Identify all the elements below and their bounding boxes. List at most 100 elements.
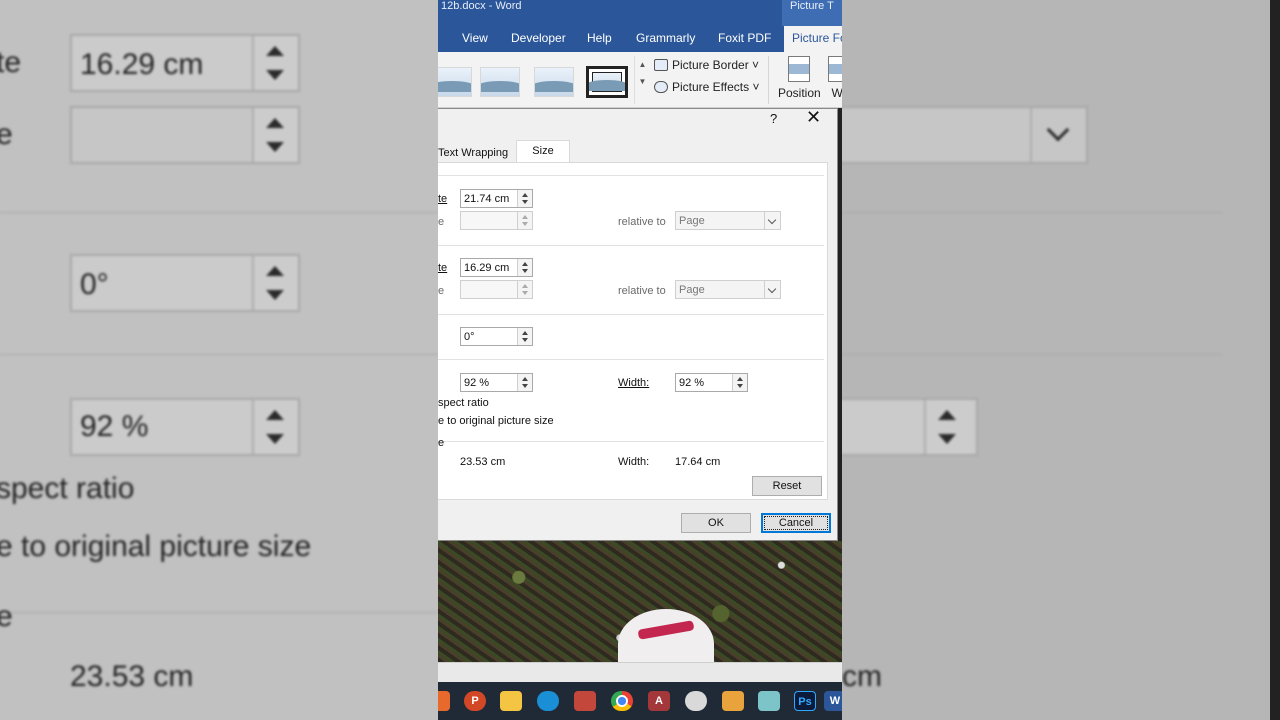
picture-style-2[interactable] [480, 67, 520, 97]
lock-aspect-ratio-checkbox[interactable]: spect ratio [438, 397, 489, 409]
tab-picture-format[interactable]: Picture Fo [784, 26, 842, 52]
original-height-value: 23.53 cm [460, 456, 506, 468]
media-icon[interactable] [722, 691, 744, 711]
spin-down-icon[interactable] [737, 384, 743, 388]
word-icon[interactable]: W [824, 691, 842, 711]
powerpoint-icon[interactable]: P [464, 691, 486, 711]
width-relative-to-value: Page [679, 284, 705, 296]
tab-developer[interactable]: Developer [511, 31, 566, 45]
rotation-value: 0° [464, 331, 475, 343]
chevron-down-icon [764, 212, 780, 229]
spin-down-icon[interactable] [522, 384, 528, 388]
tab-help[interactable]: Help [587, 31, 612, 45]
cancel-button[interactable]: Cancel [761, 513, 831, 533]
scale-width-label: Width: [618, 377, 649, 389]
scale-width-label-text: Width: [618, 377, 650, 389]
width-absolute-spinner[interactable] [517, 259, 532, 276]
contextual-tab-label: Picture T [782, 0, 842, 26]
height-absolute-label: te [438, 193, 448, 205]
rotation-spinner[interactable] [517, 328, 532, 345]
tab-foxit-pdf[interactable]: Foxit PDF [718, 31, 771, 45]
gallery-more-icon[interactable]: ▼ [635, 77, 650, 86]
height-relative-input [460, 211, 533, 230]
height-relative-to-value: Page [679, 215, 705, 227]
document-picture[interactable] [438, 541, 842, 662]
gallery-scroll[interactable]: ▲ ▼ [634, 56, 650, 104]
tab-grammarly[interactable]: Grammarly [636, 31, 695, 45]
spin-up-icon[interactable] [522, 262, 528, 266]
spin-up-icon[interactable] [522, 331, 528, 335]
folder-icon[interactable] [500, 691, 522, 711]
width-absolute-label: te [438, 262, 448, 274]
chrome-icon[interactable] [611, 691, 633, 711]
scale-width-input[interactable]: 92 % [675, 373, 748, 392]
background-zoom-left: te 16.29 cm e 0° 92 % spect ratio e to o… [0, 0, 438, 720]
reset-button[interactable]: Reset [752, 476, 822, 496]
ribbon-tabs: View Developer Help Grammarly Foxit PDF … [438, 26, 842, 52]
access-icon[interactable]: A [648, 691, 670, 711]
spin-up-icon[interactable] [737, 377, 743, 381]
picture-effects-button[interactable]: Picture Effects ˅ [654, 80, 760, 94]
width-relative-label: e [438, 285, 445, 297]
scale-height-spinner[interactable] [517, 374, 532, 391]
gallery-up-icon[interactable]: ▲ [635, 60, 650, 69]
layout-dialog: ? ✕ Text Wrapping Size te 21.74 cm e rel… [438, 107, 838, 541]
spin-down-icon[interactable] [522, 269, 528, 273]
height-relative-to-select: Page [675, 211, 781, 230]
original-width-value: 17.64 cm [675, 456, 721, 468]
photoshop-icon[interactable]: Ps [794, 691, 816, 711]
background-zoom-right: cm [842, 0, 1280, 720]
paint-icon[interactable] [574, 691, 596, 711]
width-relative-to-label: relative to [618, 285, 666, 297]
picture-style-1[interactable] [438, 67, 472, 97]
width-absolute-value: 16.29 cm [464, 262, 510, 274]
tab-view[interactable]: View [462, 31, 488, 45]
help-icon[interactable]: ? [770, 111, 777, 126]
wrap-text-button[interactable]: Wr [828, 56, 842, 100]
scale-height-input[interactable]: 92 % [460, 373, 533, 392]
position-label: Position [778, 86, 821, 100]
title-bar: 12b.docx - Word Picture T [438, 0, 842, 26]
scale-width-spinner[interactable] [732, 374, 747, 391]
position-icon [788, 56, 811, 82]
spin-up-icon [522, 215, 528, 219]
width-relative-input [460, 280, 533, 299]
ribbon-body: ▲ ▼ Picture Border ˅ Picture Effects ˅ P… [438, 52, 842, 108]
spin-down-icon [522, 291, 528, 295]
rotation-input[interactable]: 0° [460, 327, 533, 346]
edge-icon[interactable] [537, 691, 559, 711]
tab-text-wrapping[interactable]: Text Wrapping [438, 143, 508, 163]
ok-button[interactable]: OK [681, 513, 751, 533]
relative-to-original-checkbox[interactable]: e to original picture size [438, 415, 554, 427]
picture-border-button[interactable]: Picture Border ˅ [654, 58, 759, 72]
picture-effects-icon [654, 81, 668, 93]
picture-border-icon [654, 59, 668, 71]
height-absolute-spinner[interactable] [517, 190, 532, 207]
onedrive-icon[interactable] [685, 691, 707, 711]
picture-style-4[interactable] [586, 66, 628, 98]
original-size-label: e [438, 437, 445, 449]
original-width-label: Width: [618, 456, 650, 468]
spin-up-icon [522, 284, 528, 288]
ball-image [618, 609, 714, 662]
app-icon[interactable] [758, 691, 780, 711]
taskbar: P A Ps W [438, 682, 842, 720]
spin-down-icon [522, 222, 528, 226]
spin-down-icon[interactable] [522, 338, 528, 342]
width-relative-to-select: Page [675, 280, 781, 299]
spin-up-icon[interactable] [522, 377, 528, 381]
spin-down-icon[interactable] [522, 200, 528, 204]
height-relative-label: e [438, 216, 445, 228]
tab-size[interactable]: Size [516, 140, 570, 163]
horizontal-scrollbar[interactable] [438, 662, 842, 682]
spin-up-icon[interactable] [522, 193, 528, 197]
height-absolute-value: 21.74 cm [464, 193, 510, 205]
size-panel: te 21.74 cm e relative to Page te 16.29 … [438, 162, 828, 500]
height-absolute-input[interactable]: 21.74 cm [460, 189, 533, 208]
width-absolute-input[interactable]: 16.29 cm [460, 258, 533, 277]
file-explorer-icon[interactable] [438, 691, 450, 711]
wrap-text-label: Wr [831, 86, 842, 100]
picture-style-3[interactable] [534, 67, 574, 97]
position-button[interactable]: Position [778, 56, 821, 100]
close-icon[interactable]: ✕ [806, 107, 821, 128]
